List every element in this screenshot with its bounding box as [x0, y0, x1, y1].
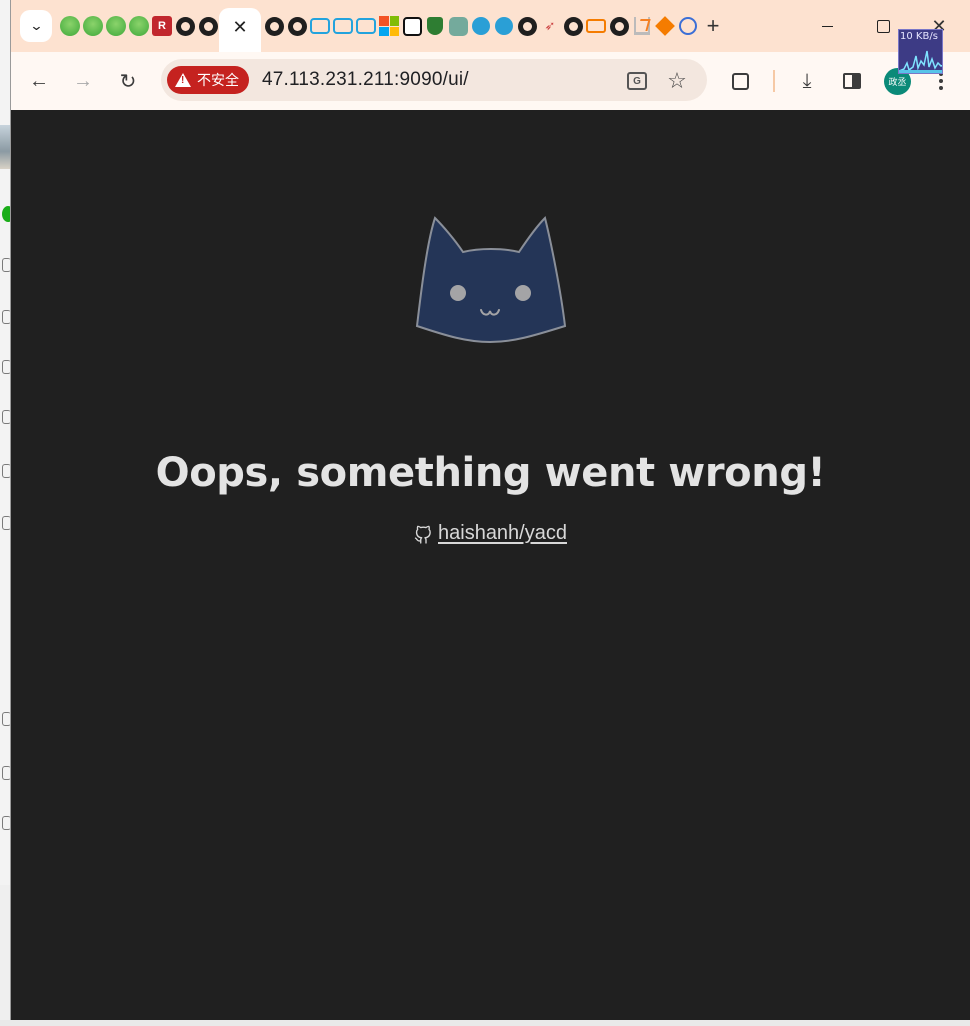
pinned-tabs-left: R	[59, 15, 219, 37]
page-viewport: Oops, something went wrong! haishanh/yac…	[11, 110, 970, 1020]
side-panel-icon[interactable]	[837, 66, 867, 96]
warning-icon	[175, 73, 191, 87]
github-repo-link[interactable]: haishanh/yacd	[438, 522, 567, 545]
pinned-tab-github-icon[interactable]	[263, 15, 285, 37]
network-speed-monitor: 10 KB/s	[898, 29, 943, 74]
pinned-tab-diamond-icon[interactable]	[654, 15, 676, 37]
repo-link-row: haishanh/yacd	[11, 522, 970, 545]
pinned-tab-green-bubble-icon[interactable]	[106, 16, 126, 36]
pinned-tab-github-icon[interactable]	[286, 15, 308, 37]
not-secure-label: 不安全	[197, 72, 239, 88]
pinned-tab-github-icon[interactable]	[174, 15, 196, 37]
toolbar: ← → ↻ 不安全 47.113.231.211:9090/ui/ G ☆ ⤓ …	[11, 52, 970, 110]
pinned-tab-r-logo-icon[interactable]: R	[152, 16, 172, 36]
extensions-puzzle-icon[interactable]	[725, 66, 755, 96]
pinned-tab-bilibili-icon[interactable]	[355, 15, 377, 37]
chevron-down-icon: ⌄	[28, 18, 44, 33]
forward-button[interactable]: →	[66, 64, 100, 98]
pinned-tab-microsoft-icon[interactable]	[378, 15, 400, 37]
minimize-button[interactable]	[807, 12, 847, 40]
github-icon	[414, 525, 431, 544]
pinned-tab-github-icon[interactable]	[608, 15, 630, 37]
yacd-cat-logo	[415, 216, 567, 344]
settings-icon	[2, 516, 10, 530]
phone-icon	[2, 766, 10, 780]
globe-icon	[2, 410, 10, 424]
tab-strip: ⌄ R ✕ ➶ + ✕	[11, 0, 970, 52]
pinned-tab-history-icon[interactable]	[677, 15, 699, 37]
pinned-tab-bird-icon[interactable]	[493, 15, 515, 37]
pinned-tabs-right: ➶	[263, 15, 699, 37]
back-button[interactable]: ←	[22, 64, 56, 98]
active-tab[interactable]: ✕	[219, 8, 261, 52]
network-graph	[899, 50, 942, 73]
not-secure-chip[interactable]: 不安全	[167, 66, 249, 94]
close-icon[interactable]: ✕	[232, 17, 247, 38]
address-bar[interactable]: 不安全 47.113.231.211:9090/ui/ G ☆	[161, 59, 707, 101]
maximize-button[interactable]	[863, 12, 903, 40]
pinned-tab-shield-icon[interactable]	[424, 15, 446, 37]
background-window-edge	[0, 0, 11, 1026]
folder-icon	[2, 360, 10, 374]
pinned-tab-github-icon[interactable]	[562, 15, 584, 37]
translate-icon[interactable]: G	[625, 69, 649, 93]
pinned-tab-green-bubble-icon[interactable]	[83, 16, 103, 36]
pinned-tab-github-icon[interactable]	[197, 15, 219, 37]
download-icon[interactable]: ⤓	[792, 66, 822, 96]
leaf-icon	[2, 464, 10, 478]
circle-icon	[2, 712, 10, 726]
pinned-tab-green-bubble-icon[interactable]	[60, 16, 80, 36]
pinned-tab-chatgpt-icon[interactable]	[447, 15, 469, 37]
reload-button[interactable]: ↻	[111, 64, 145, 98]
wechat-icon	[2, 206, 10, 222]
browser-window: ⌄ R ✕ ➶ + ✕ 10 KB/s ← → ↻ ! 不安全 47.113.2…	[11, 0, 970, 1020]
pinned-tab-terminal-icon[interactable]	[401, 15, 423, 37]
pinned-tab-bilibili-icon[interactable]	[332, 15, 354, 37]
pinned-tab-bracket-icon[interactable]	[585, 15, 607, 37]
tab-search-button[interactable]: ⌄	[20, 10, 52, 42]
pinned-tab-arrow-icon[interactable]: ➶	[539, 15, 561, 37]
error-title: Oops, something went wrong!	[155, 450, 826, 496]
background-panel	[0, 885, 10, 1020]
bookmark-star-icon[interactable]: ☆	[665, 68, 689, 93]
desktop-bottom-edge	[0, 1020, 970, 1026]
pinned-tab-green-bubble-icon[interactable]	[129, 16, 149, 36]
url-text[interactable]: 47.113.231.211:9090/ui/	[262, 69, 469, 91]
pinned-tab-bilibili-icon[interactable]	[309, 15, 331, 37]
user-icon	[2, 258, 10, 272]
new-tab-button[interactable]: +	[701, 13, 725, 38]
background-thumbnail	[0, 125, 10, 169]
pinned-tab-bird-icon[interactable]	[470, 15, 492, 37]
pinned-tab-stackoverflow-icon[interactable]	[631, 15, 653, 37]
cube-icon	[2, 310, 10, 324]
toolbar-divider	[773, 70, 775, 92]
menu-icon	[2, 816, 10, 830]
pinned-tab-github-icon[interactable]	[516, 15, 538, 37]
